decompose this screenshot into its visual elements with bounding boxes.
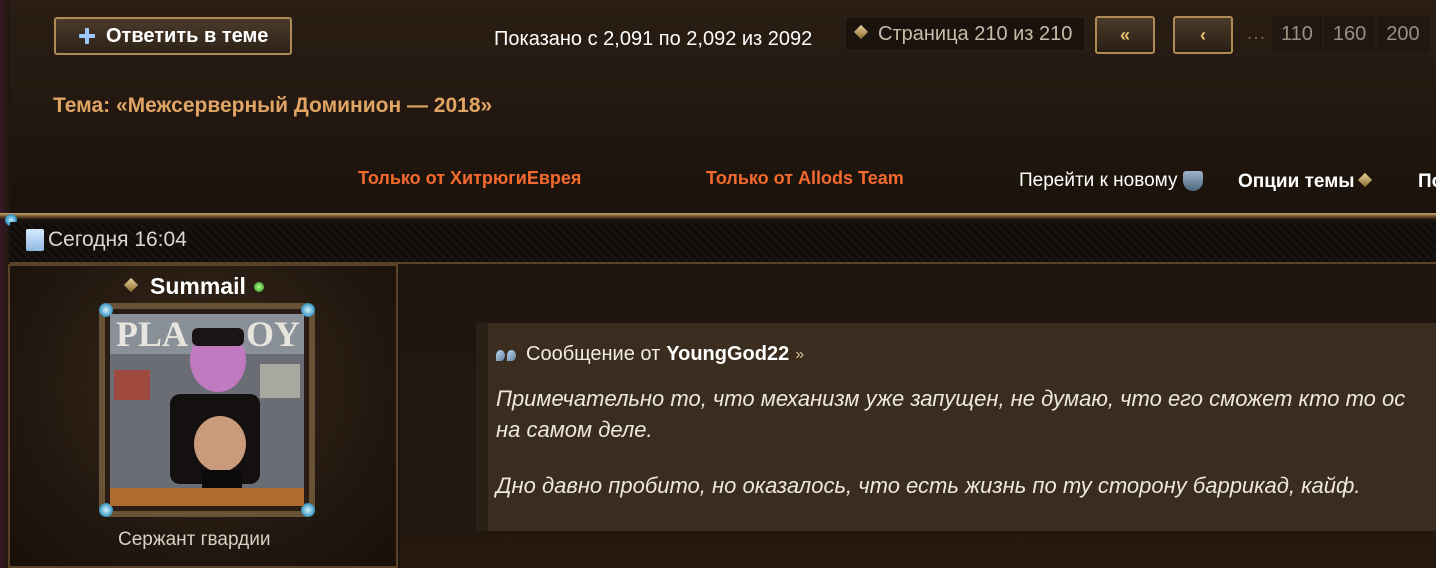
diamond-icon: [1358, 175, 1376, 189]
post-header: [10, 222, 1436, 264]
thread-options-label: Опции темы: [1238, 171, 1355, 192]
quote-header: Сообщение от YoungGod22 »: [496, 343, 804, 366]
shown-range-text: Показано с 2,091 по 2,092 из 2092: [494, 28, 813, 50]
quote-text-line: Примечательно то, что механизм уже запущ…: [496, 386, 1406, 411]
plus-icon: [78, 27, 96, 45]
double-chevron-left-icon: «: [1119, 24, 1130, 45]
thread-options-menu[interactable]: Опции темы: [1238, 171, 1376, 193]
svg-text:PLA: PLA: [116, 314, 188, 354]
thread-title: Тема: «Межсерверный Доминион — 2018»: [53, 94, 493, 117]
user-rank: Сержант гвардии: [118, 529, 271, 550]
quote-marks-icon: [496, 348, 520, 362]
shield-icon: [1183, 171, 1204, 191]
quote-text-line: на самом деле.: [496, 417, 653, 442]
document-icon: [26, 229, 44, 251]
avatar-image: PLA OY: [110, 314, 304, 506]
quote-prefix: Сообщение от: [526, 343, 661, 365]
diamond-icon: [854, 27, 872, 41]
only-from-team-link[interactable]: Только от Allods Team: [706, 168, 904, 189]
page-info-label: Страница 210 из 210: [878, 22, 1073, 45]
avatar[interactable]: PLA OY: [110, 314, 304, 506]
quote-author: YoungGod22: [666, 343, 790, 365]
username: Summail: [150, 273, 246, 299]
post-author[interactable]: Summail: [124, 273, 264, 300]
first-page-button[interactable]: «: [1095, 16, 1155, 54]
quote-text-line: Дно давно пробито, но оказалось, что ест…: [496, 473, 1361, 498]
goto-new-label: Перейти к новому: [1019, 170, 1178, 191]
view-post-arrow-icon[interactable]: »: [795, 346, 804, 364]
diamond-icon: [124, 280, 142, 294]
reply-in-thread-button[interactable]: Ответить в теме: [54, 17, 292, 55]
post-date-text: Сегодня 16:04: [48, 228, 187, 251]
prev-page-button[interactable]: ‹: [1173, 16, 1233, 54]
pager-ellipsis: …: [1246, 22, 1266, 44]
search-thread-menu[interactable]: По: [1418, 171, 1436, 193]
online-status-icon: [253, 281, 264, 292]
post-date: Сегодня 16:04: [26, 228, 187, 252]
pager-link[interactable]: 200: [1377, 16, 1429, 52]
only-from-user-link[interactable]: Только от ХитрюгиЕврея: [358, 168, 581, 189]
reply-button-label: Ответить в теме: [106, 24, 269, 47]
pager-link[interactable]: 160: [1323, 16, 1376, 52]
svg-text:OY: OY: [246, 314, 300, 354]
pager: … 110 160 200: [1242, 16, 1429, 52]
page-info-dropdown[interactable]: Страница 210 из 210: [845, 17, 1085, 51]
post-divider: [0, 213, 1436, 219]
chevron-left-icon: ‹: [1200, 24, 1206, 45]
pager-link[interactable]: 110: [1272, 16, 1322, 52]
goto-new-link[interactable]: Перейти к новому: [1019, 170, 1204, 192]
